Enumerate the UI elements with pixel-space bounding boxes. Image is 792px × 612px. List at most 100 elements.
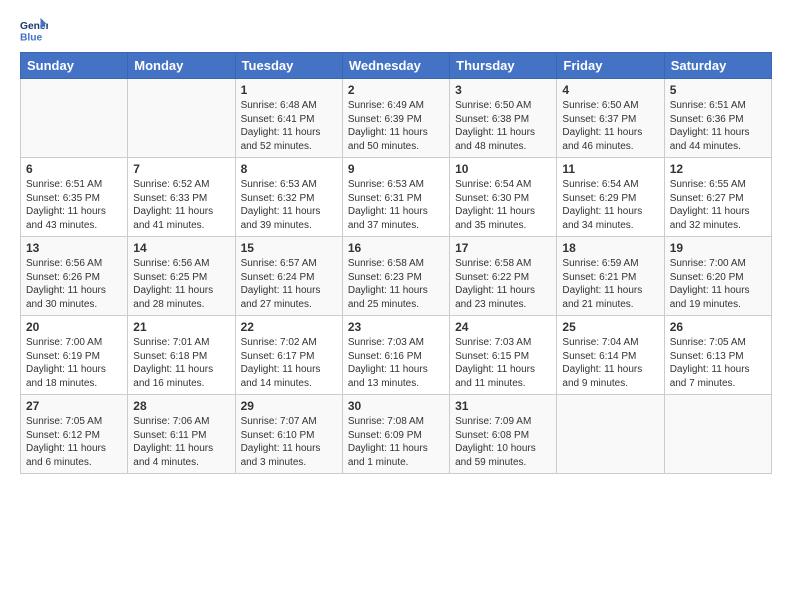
day-number: 29 (241, 399, 337, 413)
day-number: 8 (241, 162, 337, 176)
week-row-5: 27 Sunrise: 7:05 AMSunset: 6:12 PMDayligh… (21, 395, 772, 474)
day-info: Sunrise: 6:51 AMSunset: 6:35 PMDaylight:… (26, 178, 122, 232)
calendar-cell: 10 Sunrise: 6:54 AMSunset: 6:30 PMDayligh… (450, 158, 557, 237)
weekday-friday: Friday (557, 53, 664, 79)
day-info: Sunrise: 7:03 AMSunset: 6:16 PMDaylight:… (348, 336, 444, 390)
day-number: 11 (562, 162, 658, 176)
day-info: Sunrise: 6:57 AMSunset: 6:24 PMDaylight:… (241, 257, 337, 311)
day-info: Sunrise: 6:58 AMSunset: 6:22 PMDaylight:… (455, 257, 551, 311)
calendar-cell: 16 Sunrise: 6:58 AMSunset: 6:23 PMDayligh… (342, 237, 449, 316)
week-row-1: 1Sunrise: 6:48 AMSunset: 6:41 PMDaylight… (21, 79, 772, 158)
weekday-wednesday: Wednesday (342, 53, 449, 79)
calendar-body: 1Sunrise: 6:48 AMSunset: 6:41 PMDaylight… (21, 79, 772, 474)
calendar-cell: 20 Sunrise: 7:00 AMSunset: 6:19 PMDayligh… (21, 316, 128, 395)
calendar-cell: 15Sunrise: 6:57 AMSunset: 6:24 PMDayligh… (235, 237, 342, 316)
week-row-3: 13 Sunrise: 6:56 AMSunset: 6:26 PMDayligh… (21, 237, 772, 316)
logo: General Blue (20, 16, 52, 44)
day-number: 30 (348, 399, 444, 413)
calendar-cell: 4Sunrise: 6:50 AMSunset: 6:37 PMDaylight… (557, 79, 664, 158)
day-number: 17 (455, 241, 551, 255)
day-number: 16 (348, 241, 444, 255)
day-info: Sunrise: 7:00 AMSunset: 6:20 PMDaylight:… (670, 257, 766, 311)
day-info: Sunrise: 6:58 AMSunset: 6:23 PMDaylight:… (348, 257, 444, 311)
calendar-cell (557, 395, 664, 474)
day-info: Sunrise: 7:08 AMSunset: 6:09 PMDaylight:… (348, 415, 444, 469)
calendar-cell: 23Sunrise: 7:03 AMSunset: 6:16 PMDayligh… (342, 316, 449, 395)
day-info: Sunrise: 7:02 AMSunset: 6:17 PMDaylight:… (241, 336, 337, 390)
calendar-cell: 24 Sunrise: 7:03 AMSunset: 6:15 PMDayligh… (450, 316, 557, 395)
day-info: Sunrise: 6:53 AMSunset: 6:32 PMDaylight:… (241, 178, 337, 232)
calendar-header: SundayMondayTuesdayWednesdayThursdayFrid… (21, 53, 772, 79)
day-info: Sunrise: 7:05 AMSunset: 6:13 PMDaylight:… (670, 336, 766, 390)
day-number: 24 (455, 320, 551, 334)
calendar-cell (664, 395, 771, 474)
weekday-header-row: SundayMondayTuesdayWednesdayThursdayFrid… (21, 53, 772, 79)
day-number: 26 (670, 320, 766, 334)
svg-text:Blue: Blue (20, 32, 43, 43)
day-info: Sunrise: 7:05 AMSunset: 6:12 PMDaylight:… (26, 415, 122, 469)
day-info: Sunrise: 7:06 AMSunset: 6:11 PMDaylight:… (133, 415, 229, 469)
day-info: Sunrise: 6:53 AMSunset: 6:31 PMDaylight:… (348, 178, 444, 232)
day-info: Sunrise: 6:54 AMSunset: 6:30 PMDaylight:… (455, 178, 551, 232)
day-info: Sunrise: 7:07 AMSunset: 6:10 PMDaylight:… (241, 415, 337, 469)
day-number: 28 (133, 399, 229, 413)
calendar-cell: 12Sunrise: 6:55 AMSunset: 6:27 PMDayligh… (664, 158, 771, 237)
day-info: Sunrise: 7:03 AMSunset: 6:15 PMDaylight:… (455, 336, 551, 390)
day-info: Sunrise: 7:04 AMSunset: 6:14 PMDaylight:… (562, 336, 658, 390)
calendar-cell: 28 Sunrise: 7:06 AMSunset: 6:11 PMDayligh… (128, 395, 235, 474)
calendar-cell: 18Sunrise: 6:59 AMSunset: 6:21 PMDayligh… (557, 237, 664, 316)
day-info: Sunrise: 7:01 AMSunset: 6:18 PMDaylight:… (133, 336, 229, 390)
day-number: 13 (26, 241, 122, 255)
day-info: Sunrise: 6:50 AMSunset: 6:37 PMDaylight:… (562, 99, 658, 153)
calendar-cell: 6 Sunrise: 6:51 AMSunset: 6:35 PMDaylight… (21, 158, 128, 237)
calendar: SundayMondayTuesdayWednesdayThursdayFrid… (20, 52, 772, 474)
day-number: 10 (455, 162, 551, 176)
day-number: 18 (562, 241, 658, 255)
calendar-cell: 26 Sunrise: 7:05 AMSunset: 6:13 PMDayligh… (664, 316, 771, 395)
day-info: Sunrise: 6:48 AMSunset: 6:41 PMDaylight:… (241, 99, 337, 153)
day-number: 21 (133, 320, 229, 334)
day-info: Sunrise: 6:56 AMSunset: 6:25 PMDaylight:… (133, 257, 229, 311)
day-info: Sunrise: 6:52 AMSunset: 6:33 PMDaylight:… (133, 178, 229, 232)
day-info: Sunrise: 7:00 AMSunset: 6:19 PMDaylight:… (26, 336, 122, 390)
calendar-cell: 17 Sunrise: 6:58 AMSunset: 6:22 PMDayligh… (450, 237, 557, 316)
calendar-cell: 25 Sunrise: 7:04 AMSunset: 6:14 PMDayligh… (557, 316, 664, 395)
day-number: 20 (26, 320, 122, 334)
day-number: 31 (455, 399, 551, 413)
calendar-cell: 14Sunrise: 6:56 AMSunset: 6:25 PMDayligh… (128, 237, 235, 316)
calendar-cell: 21 Sunrise: 7:01 AMSunset: 6:18 PMDayligh… (128, 316, 235, 395)
calendar-cell: 2Sunrise: 6:49 AMSunset: 6:39 PMDaylight… (342, 79, 449, 158)
day-number: 5 (670, 83, 766, 97)
calendar-cell: 27 Sunrise: 7:05 AMSunset: 6:12 PMDayligh… (21, 395, 128, 474)
day-number: 22 (241, 320, 337, 334)
day-number: 3 (455, 83, 551, 97)
calendar-cell (21, 79, 128, 158)
day-number: 12 (670, 162, 766, 176)
day-info: Sunrise: 6:56 AMSunset: 6:26 PMDaylight:… (26, 257, 122, 311)
calendar-cell: 11 Sunrise: 6:54 AMSunset: 6:29 PMDayligh… (557, 158, 664, 237)
calendar-cell: 22 Sunrise: 7:02 AMSunset: 6:17 PMDayligh… (235, 316, 342, 395)
day-info: Sunrise: 6:49 AMSunset: 6:39 PMDaylight:… (348, 99, 444, 153)
day-info: Sunrise: 6:50 AMSunset: 6:38 PMDaylight:… (455, 99, 551, 153)
week-row-4: 20 Sunrise: 7:00 AMSunset: 6:19 PMDayligh… (21, 316, 772, 395)
weekday-monday: Monday (128, 53, 235, 79)
day-info: Sunrise: 7:09 AMSunset: 6:08 PMDaylight:… (455, 415, 551, 469)
calendar-cell: 8 Sunrise: 6:53 AMSunset: 6:32 PMDaylight… (235, 158, 342, 237)
day-info: Sunrise: 6:54 AMSunset: 6:29 PMDaylight:… (562, 178, 658, 232)
weekday-tuesday: Tuesday (235, 53, 342, 79)
day-number: 6 (26, 162, 122, 176)
page-header: General Blue (20, 16, 772, 44)
weekday-sunday: Sunday (21, 53, 128, 79)
calendar-cell: 1Sunrise: 6:48 AMSunset: 6:41 PMDaylight… (235, 79, 342, 158)
calendar-cell: 29 Sunrise: 7:07 AMSunset: 6:10 PMDayligh… (235, 395, 342, 474)
weekday-saturday: Saturday (664, 53, 771, 79)
day-number: 27 (26, 399, 122, 413)
week-row-2: 6 Sunrise: 6:51 AMSunset: 6:35 PMDaylight… (21, 158, 772, 237)
day-number: 25 (562, 320, 658, 334)
calendar-cell: 9 Sunrise: 6:53 AMSunset: 6:31 PMDaylight… (342, 158, 449, 237)
calendar-cell (128, 79, 235, 158)
calendar-cell: 30 Sunrise: 7:08 AMSunset: 6:09 PMDayligh… (342, 395, 449, 474)
day-number: 9 (348, 162, 444, 176)
calendar-cell: 3 Sunrise: 6:50 AMSunset: 6:38 PMDaylight… (450, 79, 557, 158)
calendar-cell: 19Sunrise: 7:00 AMSunset: 6:20 PMDayligh… (664, 237, 771, 316)
